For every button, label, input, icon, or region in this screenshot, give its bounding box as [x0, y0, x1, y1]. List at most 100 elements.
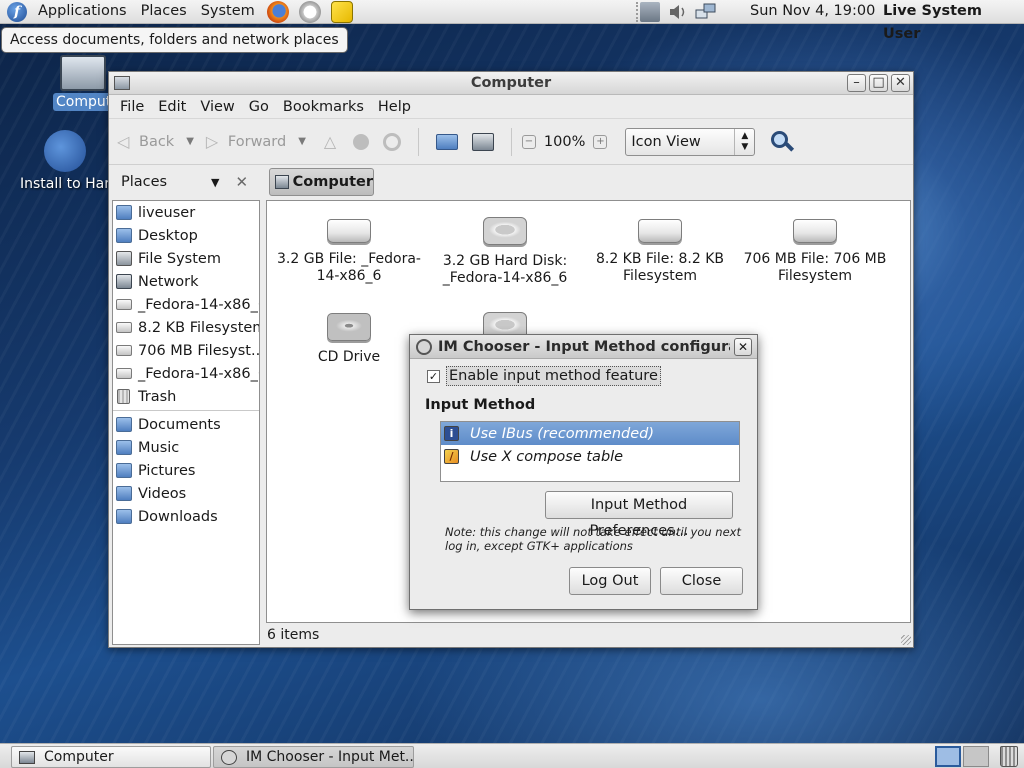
menu-file[interactable]: File [113, 99, 151, 115]
sidebar-item-fedora-optical[interactable]: _Fedora-14-x86_6 [113, 293, 259, 316]
close-button[interactable]: Close [660, 567, 743, 595]
top-panel: f Applications Places System Sun Nov 4, … [0, 0, 1024, 42]
file-item[interactable]: 8.2 KB File: 8.2 KB Filesystem [584, 219, 736, 285]
chevron-down-icon[interactable]: ▼ [186, 136, 194, 147]
sidebar-item-label: Music [138, 439, 180, 456]
up-icon[interactable]: △ [324, 133, 342, 150]
toolbar-separator [417, 127, 419, 156]
workspace-1[interactable] [935, 746, 961, 767]
folder-icon [116, 440, 132, 455]
status-bar: 6 items [267, 627, 320, 643]
taskbar-item-computer[interactable]: Computer [11, 746, 211, 768]
computer-icon [114, 76, 130, 90]
evolution-icon[interactable] [298, 0, 321, 23]
cdrom-icon [327, 313, 371, 341]
folder-home-icon [116, 205, 132, 220]
places-sidebar: liveuser Desktop File System Network _Fe… [112, 200, 260, 645]
file-item[interactable]: 3.2 GB File: _Fedora-14-x86_6 [273, 219, 425, 285]
stop-icon[interactable] [352, 133, 369, 150]
menu-bookmarks[interactable]: Bookmarks [276, 99, 371, 115]
window-titlebar[interactable]: Computer – □ ✕ [109, 72, 913, 95]
enable-im-row[interactable]: ✓ Enable input method feature [427, 366, 661, 386]
sidebar-item-documents[interactable]: Documents [113, 413, 259, 436]
log-out-button[interactable]: Log Out [569, 567, 651, 595]
sidebar-item-desktop[interactable]: Desktop [113, 224, 259, 247]
maximize-button[interactable]: □ [869, 74, 888, 92]
trash-icon[interactable] [1000, 746, 1018, 767]
tray-computer-icon[interactable] [640, 2, 660, 22]
firefox-icon[interactable] [266, 0, 289, 23]
clock[interactable]: Sun Nov 4, 19:00 [750, 0, 875, 23]
applications-menu[interactable]: Applications [31, 0, 134, 24]
sidebar-item-liveuser[interactable]: liveuser [113, 201, 259, 224]
sidebar-item-label: Videos [138, 485, 187, 502]
enable-im-checkbox[interactable]: ✓ [427, 369, 440, 383]
chevron-down-icon[interactable]: ▼ [298, 136, 306, 147]
zoom-in-button[interactable]: + [593, 134, 608, 149]
close-icon[interactable]: ✕ [734, 338, 752, 356]
workspace-2[interactable] [963, 746, 989, 767]
sidebar-item-videos[interactable]: Videos [113, 482, 259, 505]
option-xcompose[interactable]: / Use X compose table [441, 445, 739, 468]
desktop-install-to-hard-drive[interactable]: Install to Hard Drive [20, 130, 110, 192]
fedora-logo-icon[interactable]: f [7, 1, 27, 22]
option-label: Use IBus (recommended) [470, 425, 655, 442]
menu-go[interactable]: Go [242, 99, 276, 115]
sidebar-item-706mb-filesystem[interactable]: 706 MB Filesyst... [113, 339, 259, 362]
folder-icon [116, 417, 132, 432]
close-button[interactable]: ✕ [891, 74, 910, 92]
volume-icon[interactable] [668, 2, 688, 22]
sidebar-divider [113, 410, 259, 411]
system-menu[interactable]: System [194, 0, 262, 24]
menu-help[interactable]: Help [371, 99, 418, 115]
sidebar-item-fedora-drive[interactable]: _Fedora-14-x86_6 [113, 362, 259, 385]
chevron-down-icon[interactable]: ▼ [211, 176, 219, 189]
user-menu[interactable]: Live System User [883, 0, 1024, 46]
close-sidebar-icon[interactable]: ✕ [235, 173, 248, 191]
input-method-preferences-button[interactable]: Input Method Preferences... [545, 491, 733, 539]
sidebar-item-label: Network [138, 273, 199, 290]
sidebar-item-downloads[interactable]: Downloads [113, 505, 259, 528]
enable-im-label[interactable]: Enable input method feature [446, 366, 661, 386]
file-item[interactable]: CD Drive [273, 313, 425, 366]
network-icon[interactable] [695, 2, 717, 22]
back-arrow-icon: ◁ [117, 131, 130, 151]
file-item[interactable]: 706 MB File: 706 MB Filesystem [739, 219, 891, 285]
taskbar-item-label: IM Chooser - Input Met... [246, 749, 414, 765]
drive-icon [116, 368, 132, 379]
dialog-titlebar[interactable]: IM Chooser - Input Method configurati ✕ [410, 335, 757, 359]
home-icon[interactable] [435, 133, 458, 150]
back-button[interactable]: ◁ Back ▼ [117, 131, 194, 151]
sidebar-item-8kb-filesystem[interactable]: 8.2 KB Filesystem [113, 316, 259, 339]
drive-icon [327, 219, 371, 243]
reload-icon[interactable] [382, 132, 401, 151]
computer-icon[interactable] [471, 132, 494, 151]
sidebar-selector[interactable]: Places [121, 174, 209, 190]
file-item-label: 3.2 GB Hard Disk: _Fedora-14-x86_6 [442, 253, 568, 286]
resize-grip[interactable] [901, 635, 911, 645]
places-tooltip: Access documents, folders and network pl… [1, 27, 348, 53]
taskbar-item-im-chooser[interactable]: IM Chooser - Input Met... [213, 746, 414, 768]
sidebar-item-pictures[interactable]: Pictures [113, 459, 259, 482]
menu-view[interactable]: View [193, 99, 241, 115]
places-menu[interactable]: Places [134, 0, 194, 24]
computer-icon [60, 55, 106, 91]
sidebar-item-music[interactable]: Music [113, 436, 259, 459]
option-ibus[interactable]: i Use IBus (recommended) [441, 422, 739, 445]
window-title: Computer [470, 75, 552, 91]
view-mode-select[interactable]: Icon View ▲ ▼ [625, 127, 756, 156]
menu-edit[interactable]: Edit [151, 99, 193, 115]
desktop-computer[interactable]: Computer [53, 55, 113, 111]
location-button-computer[interactable]: Computer [269, 168, 374, 196]
notes-icon[interactable] [330, 0, 353, 23]
zoom-out-button[interactable]: − [521, 134, 536, 149]
file-item[interactable]: 3.2 GB Hard Disk: _Fedora-14-x86_6 [429, 217, 581, 287]
im-chooser-dialog: IM Chooser - Input Method configurati ✕ … [409, 334, 758, 610]
sidebar-item-file-system[interactable]: File System [113, 247, 259, 270]
zoom-level: 100% [543, 133, 586, 150]
sidebar-item-trash[interactable]: Trash [113, 385, 259, 408]
search-button[interactable] [769, 129, 795, 155]
minimize-button[interactable]: – [847, 74, 866, 92]
forward-button[interactable]: ▷ Forward ▼ [206, 133, 306, 150]
sidebar-item-network[interactable]: Network [113, 270, 259, 293]
